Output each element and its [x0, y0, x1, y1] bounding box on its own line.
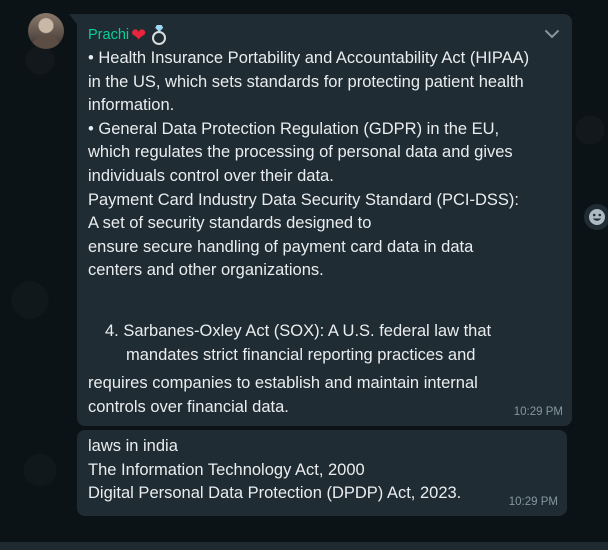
footer-edge — [0, 542, 608, 550]
message-text: • Health Insurance Portability and Accou… — [88, 47, 562, 419]
list-item-continuation: mandates strict financial reporting prac… — [126, 345, 476, 364]
message-bubble[interactable]: laws in india The Information Technology… — [77, 430, 567, 516]
message-line: laws in india — [88, 437, 178, 455]
message-line: requires companies to establish and main… — [88, 374, 478, 393]
message-line: individuals control over their data. — [88, 166, 334, 185]
list-number: 4. — [105, 321, 119, 340]
sender-name[interactable]: Prachi — [88, 24, 129, 46]
message-line: The Information Technology Act, 2000 — [88, 460, 365, 479]
message-line: Payment Card Industry Data Security Stan… — [88, 190, 519, 209]
red-heart-icon: ❤ — [131, 25, 147, 45]
chevron-down-icon[interactable] — [544, 26, 560, 42]
react-button[interactable] — [584, 204, 608, 230]
message-text: laws in india The Information Technology… — [88, 435, 557, 506]
message-line: which regulates the processing of person… — [88, 143, 513, 162]
numbered-list-item: 4. Sarbanes-Oxley Act (SOX): A U.S. fede… — [88, 320, 562, 367]
message-bubble[interactable]: Prachi ❤ • Health Insurance Portability … — [69, 14, 572, 426]
sender-name-row[interactable]: Prachi ❤ — [88, 23, 562, 47]
message-line: ensure secure handling of payment card d… — [88, 237, 474, 256]
message-line: • Health Insurance Portability and Accou… — [88, 49, 530, 67]
message-line: Digital Personal Data Protection (DPDP) … — [88, 484, 462, 503]
emoji-icon — [589, 209, 605, 225]
message-line: A set of security standards designed to — [88, 214, 372, 233]
sender-avatar[interactable] — [28, 13, 64, 49]
message-line: information. — [88, 96, 175, 115]
message-line: controls over financial data. — [88, 397, 289, 416]
message-timestamp: 10:29 PM — [508, 496, 558, 508]
message-timestamp: 10:29 PM — [513, 406, 563, 418]
message-line: in the US, which sets standards for prot… — [88, 72, 524, 91]
message-line: • General Data Protection Regulation (GD… — [88, 119, 500, 138]
list-item-first-line: 4. Sarbanes-Oxley Act (SOX): A U.S. fede… — [105, 320, 562, 344]
ring-icon — [148, 24, 170, 46]
list-text: Sarbanes-Oxley Act (SOX): A U.S. federal… — [123, 321, 492, 340]
message-line: centers and other organizations. — [88, 261, 324, 280]
